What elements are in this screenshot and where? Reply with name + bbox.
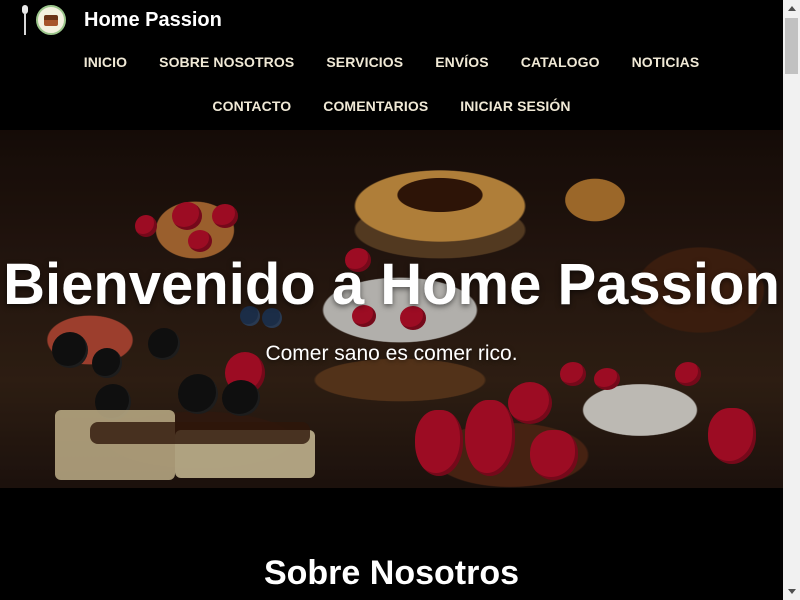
nav-link-inicio[interactable]: INICIO: [68, 52, 143, 72]
nav-link-comentarios[interactable]: COMENTARIOS: [307, 96, 444, 116]
hero-title: Bienvenido a Home Passion: [3, 252, 780, 317]
nav-link-servicios[interactable]: SERVICIOS: [310, 52, 419, 72]
main-nav-row-1: INICIO SOBRE NOSOTROS SERVICIOS ENVÍOS C…: [0, 52, 783, 72]
nav-link-noticias[interactable]: NOTICIAS: [616, 52, 716, 72]
nav-link-sobre-nosotros[interactable]: SOBRE NOSOTROS: [143, 52, 310, 72]
nav-link-envios[interactable]: ENVÍOS: [419, 52, 505, 72]
about-section-title: Sobre Nosotros: [263, 554, 520, 592]
hero-subtitle: Comer sano es comer rico.: [265, 342, 518, 365]
main-nav-row-2: CONTACTO COMENTARIOS INICIAR SESIÓN: [0, 96, 783, 116]
plate-logo-icon: [36, 5, 66, 35]
scroll-up-arrow-icon[interactable]: [783, 0, 800, 17]
vertical-scrollbar[interactable]: [783, 0, 800, 600]
site-header: Home Passion INICIO SOBRE NOSOTROS SERVI…: [0, 0, 783, 130]
scroll-down-arrow-icon[interactable]: [783, 583, 800, 600]
nav-link-catalogo[interactable]: CATALOGO: [505, 52, 616, 72]
brand-name[interactable]: Home Passion: [84, 9, 222, 32]
nav-link-contacto[interactable]: CONTACTO: [196, 96, 307, 116]
nav-link-iniciar-sesion[interactable]: INICIAR SESIÓN: [444, 96, 586, 116]
spoon-icon: [22, 5, 28, 35]
scrollbar-thumb[interactable]: [785, 18, 798, 74]
page: Home Passion INICIO SOBRE NOSOTROS SERVI…: [0, 0, 783, 600]
brand[interactable]: Home Passion: [22, 4, 222, 36]
hero-banner: Bienvenido a Home Passion Comer sano es …: [0, 130, 783, 488]
